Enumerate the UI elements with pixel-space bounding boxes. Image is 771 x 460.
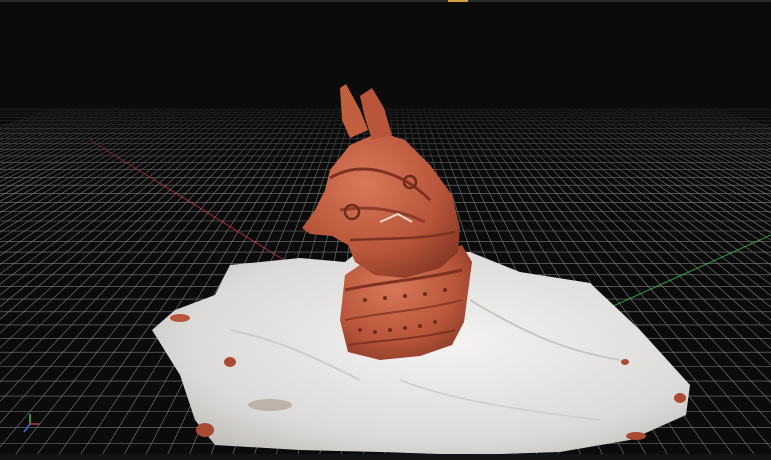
scene-canvas[interactable] (0, 0, 771, 460)
axis-gizmo-icon[interactable] (23, 414, 40, 433)
viewport-bottom-border (0, 454, 771, 460)
3d-viewport[interactable] (0, 0, 771, 460)
